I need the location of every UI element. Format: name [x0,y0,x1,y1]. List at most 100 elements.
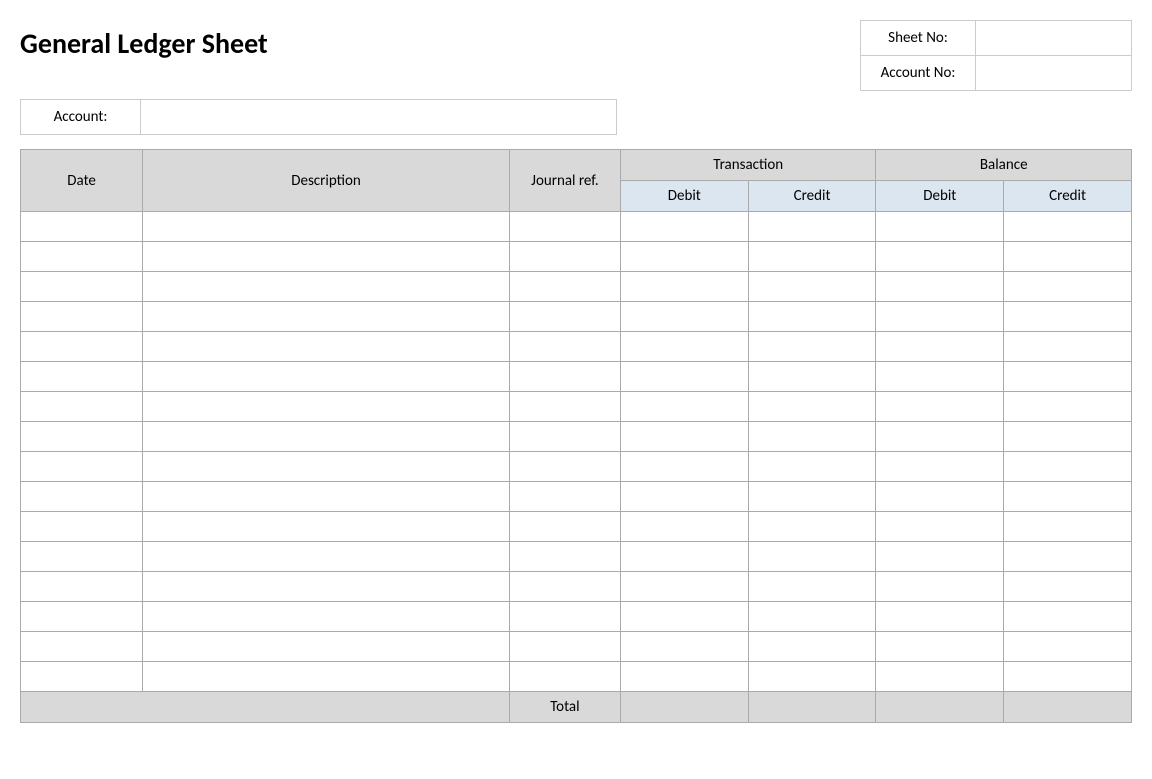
table-cell[interactable] [509,212,620,242]
table-cell[interactable] [1004,242,1132,272]
table-cell[interactable] [748,422,876,452]
table-cell[interactable] [21,632,143,662]
table-cell[interactable] [21,272,143,302]
table-cell[interactable] [509,362,620,392]
table-cell[interactable] [143,362,510,392]
table-cell[interactable] [143,272,510,302]
table-cell[interactable] [620,392,748,422]
table-cell[interactable] [143,452,510,482]
table-cell[interactable] [876,482,1004,512]
table-cell[interactable] [1004,212,1132,242]
table-cell[interactable] [1004,452,1132,482]
table-cell[interactable] [748,242,876,272]
table-cell[interactable] [876,602,1004,632]
table-cell[interactable] [509,482,620,512]
table-cell[interactable] [876,242,1004,272]
table-cell[interactable] [748,332,876,362]
table-cell[interactable] [21,602,143,632]
table-cell[interactable] [876,272,1004,302]
table-cell[interactable] [509,332,620,362]
table-cell[interactable] [143,512,510,542]
table-cell[interactable] [748,512,876,542]
table-cell[interactable] [21,302,143,332]
table-cell[interactable] [876,512,1004,542]
table-cell[interactable] [21,422,143,452]
table-cell[interactable] [21,512,143,542]
table-cell[interactable] [21,572,143,602]
table-cell[interactable] [620,482,748,512]
table-cell[interactable] [620,362,748,392]
table-cell[interactable] [876,212,1004,242]
table-cell[interactable] [620,452,748,482]
table-cell[interactable] [21,542,143,572]
table-cell[interactable] [1004,632,1132,662]
table-cell[interactable] [876,392,1004,422]
table-cell[interactable] [509,662,620,692]
table-cell[interactable] [876,572,1004,602]
table-cell[interactable] [1004,332,1132,362]
table-cell[interactable] [876,302,1004,332]
table-cell[interactable] [748,272,876,302]
table-cell[interactable] [509,242,620,272]
table-cell[interactable] [748,572,876,602]
sheet-no-value[interactable] [976,21,1131,55]
table-cell[interactable] [509,572,620,602]
table-cell[interactable] [509,392,620,422]
table-cell[interactable] [509,302,620,332]
table-cell[interactable] [620,332,748,362]
table-cell[interactable] [1004,662,1132,692]
table-cell[interactable] [748,632,876,662]
table-cell[interactable] [21,482,143,512]
table-cell[interactable] [143,662,510,692]
table-cell[interactable] [620,602,748,632]
table-cell[interactable] [143,602,510,632]
table-cell[interactable] [21,392,143,422]
table-cell[interactable] [876,452,1004,482]
table-cell[interactable] [143,392,510,422]
table-cell[interactable] [509,632,620,662]
table-cell[interactable] [748,452,876,482]
table-cell[interactable] [21,362,143,392]
table-cell[interactable] [509,512,620,542]
table-cell[interactable] [21,452,143,482]
table-cell[interactable] [1004,272,1132,302]
table-cell[interactable] [509,272,620,302]
table-cell[interactable] [620,632,748,662]
table-cell[interactable] [876,362,1004,392]
table-cell[interactable] [1004,302,1132,332]
table-cell[interactable] [876,662,1004,692]
table-cell[interactable] [143,632,510,662]
table-cell[interactable] [143,212,510,242]
table-cell[interactable] [620,422,748,452]
table-cell[interactable] [620,662,748,692]
account-value[interactable] [141,100,616,134]
table-cell[interactable] [620,542,748,572]
table-cell[interactable] [143,572,510,602]
table-cell[interactable] [1004,392,1132,422]
table-cell[interactable] [748,602,876,632]
table-cell[interactable] [143,302,510,332]
table-cell[interactable] [1004,512,1132,542]
table-cell[interactable] [876,542,1004,572]
table-cell[interactable] [748,542,876,572]
table-cell[interactable] [509,452,620,482]
table-cell[interactable] [21,332,143,362]
table-cell[interactable] [509,542,620,572]
table-cell[interactable] [143,332,510,362]
table-cell[interactable] [143,242,510,272]
table-cell[interactable] [876,632,1004,662]
table-cell[interactable] [21,212,143,242]
table-cell[interactable] [876,332,1004,362]
table-cell[interactable] [748,662,876,692]
table-cell[interactable] [1004,602,1132,632]
table-cell[interactable] [876,422,1004,452]
table-cell[interactable] [620,512,748,542]
table-cell[interactable] [21,242,143,272]
table-cell[interactable] [509,602,620,632]
table-cell[interactable] [748,362,876,392]
table-cell[interactable] [1004,362,1132,392]
table-cell[interactable] [620,272,748,302]
table-cell[interactable] [1004,422,1132,452]
table-cell[interactable] [748,302,876,332]
table-cell[interactable] [21,662,143,692]
